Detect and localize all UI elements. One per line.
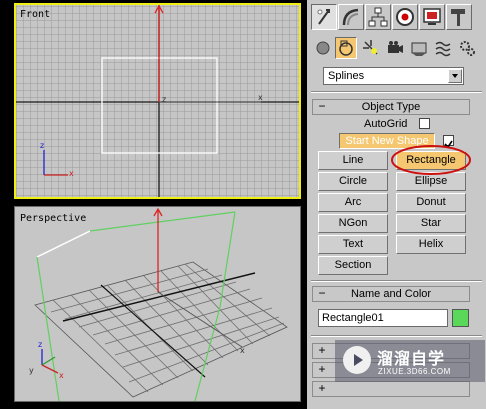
arc-button[interactable]: Arc	[318, 193, 388, 212]
create-tab-icon[interactable]	[311, 4, 337, 30]
circle-button-label: Circle	[338, 175, 368, 187]
top-tab-row	[307, 2, 486, 32]
object-name-field[interactable]: Rectangle01	[318, 309, 448, 327]
space-warps-icon[interactable]	[433, 38, 453, 58]
ngon-button-label: NGon	[338, 217, 368, 229]
autogrid-checkbox[interactable]	[419, 118, 430, 129]
hierarchy-tab-icon[interactable]	[365, 4, 391, 30]
ngon-button[interactable]: NGon	[318, 214, 388, 233]
panel-divider	[311, 335, 482, 337]
svg-text:x: x	[69, 169, 74, 178]
front-viewport[interactable]: z x z x Front	[14, 3, 301, 199]
svg-text:z: z	[40, 141, 44, 150]
object-name-value: Rectangle01	[322, 312, 384, 324]
watermark-logo-icon	[343, 346, 371, 374]
helix-button[interactable]: Helix	[396, 235, 466, 254]
helpers-icon[interactable]	[409, 38, 429, 58]
section-button-label: Section	[334, 259, 372, 271]
geometry-icon[interactable]	[313, 38, 333, 58]
text-button[interactable]: Text	[318, 235, 388, 254]
rollout-expand-icon: +	[318, 381, 326, 395]
svg-text:y: y	[29, 366, 34, 375]
line-button[interactable]: Line	[318, 151, 388, 170]
utilities-tab-icon[interactable]	[446, 4, 472, 30]
name-and-color-title: Name and Color	[350, 288, 432, 300]
circle-button[interactable]: Circle	[318, 172, 388, 191]
front-grid: z x z x	[16, 5, 299, 197]
star-button-label: Star	[420, 217, 442, 229]
shapes-icon[interactable]	[335, 37, 357, 59]
svg-text:x: x	[240, 346, 245, 355]
helix-button-label: Helix	[418, 238, 444, 250]
rollout-expand-icon: +	[318, 343, 326, 357]
panel-divider	[311, 280, 482, 282]
line-button-label: Line	[342, 154, 364, 166]
motion-tab-icon[interactable]	[392, 4, 418, 30]
category-row	[307, 36, 486, 60]
watermark-name: 溜溜自学	[377, 351, 446, 368]
perspective-viewport-label[interactable]: Perspective	[20, 213, 86, 224]
object-color-swatch[interactable]	[452, 309, 469, 327]
autogrid-label: AutoGrid	[364, 118, 408, 130]
object-category-dropdown[interactable]: Splines	[323, 67, 464, 85]
text-button-label: Text	[342, 238, 364, 250]
highlight-circle	[391, 145, 471, 175]
object-type-rollout-header[interactable]: − Object Type	[312, 99, 470, 115]
modify-tab-icon[interactable]	[338, 4, 364, 30]
command-panel: Splines − Object Type AutoGrid Start New…	[307, 0, 486, 409]
watermark-url: ZIXUE.3D66.COM	[378, 367, 451, 376]
dropdown-value: Splines	[328, 70, 365, 82]
svg-text:z: z	[162, 95, 166, 104]
collapsed-rollout-3[interactable]: +	[312, 381, 470, 397]
name-and-color-rollout-header[interactable]: − Name and Color	[312, 286, 470, 302]
watermark: 溜溜自学 ZIXUE.3D66.COM	[335, 340, 485, 382]
systems-icon[interactable]	[457, 38, 477, 58]
svg-text:z: z	[38, 340, 42, 349]
donut-button-label: Donut	[416, 196, 446, 208]
svg-text:x: x	[258, 93, 263, 102]
rollout-expand-icon: +	[318, 362, 326, 376]
front-viewport-label[interactable]: Front	[20, 9, 50, 20]
display-tab-icon[interactable]	[419, 4, 445, 30]
object-type-title: Object Type	[361, 101, 421, 113]
section-button[interactable]: Section	[318, 256, 388, 275]
panel-divider	[311, 91, 482, 93]
svg-text:x: x	[59, 371, 64, 380]
perspective-grid: x z y x	[29, 207, 288, 401]
star-button[interactable]: Star	[396, 214, 466, 233]
donut-button[interactable]: Donut	[396, 193, 466, 212]
lights-icon[interactable]	[361, 38, 381, 58]
perspective-viewport[interactable]: x z y x Perspective	[14, 206, 301, 402]
arc-button-label: Arc	[344, 196, 362, 208]
chevron-down-icon[interactable]	[448, 69, 462, 83]
cameras-icon[interactable]	[385, 38, 405, 58]
